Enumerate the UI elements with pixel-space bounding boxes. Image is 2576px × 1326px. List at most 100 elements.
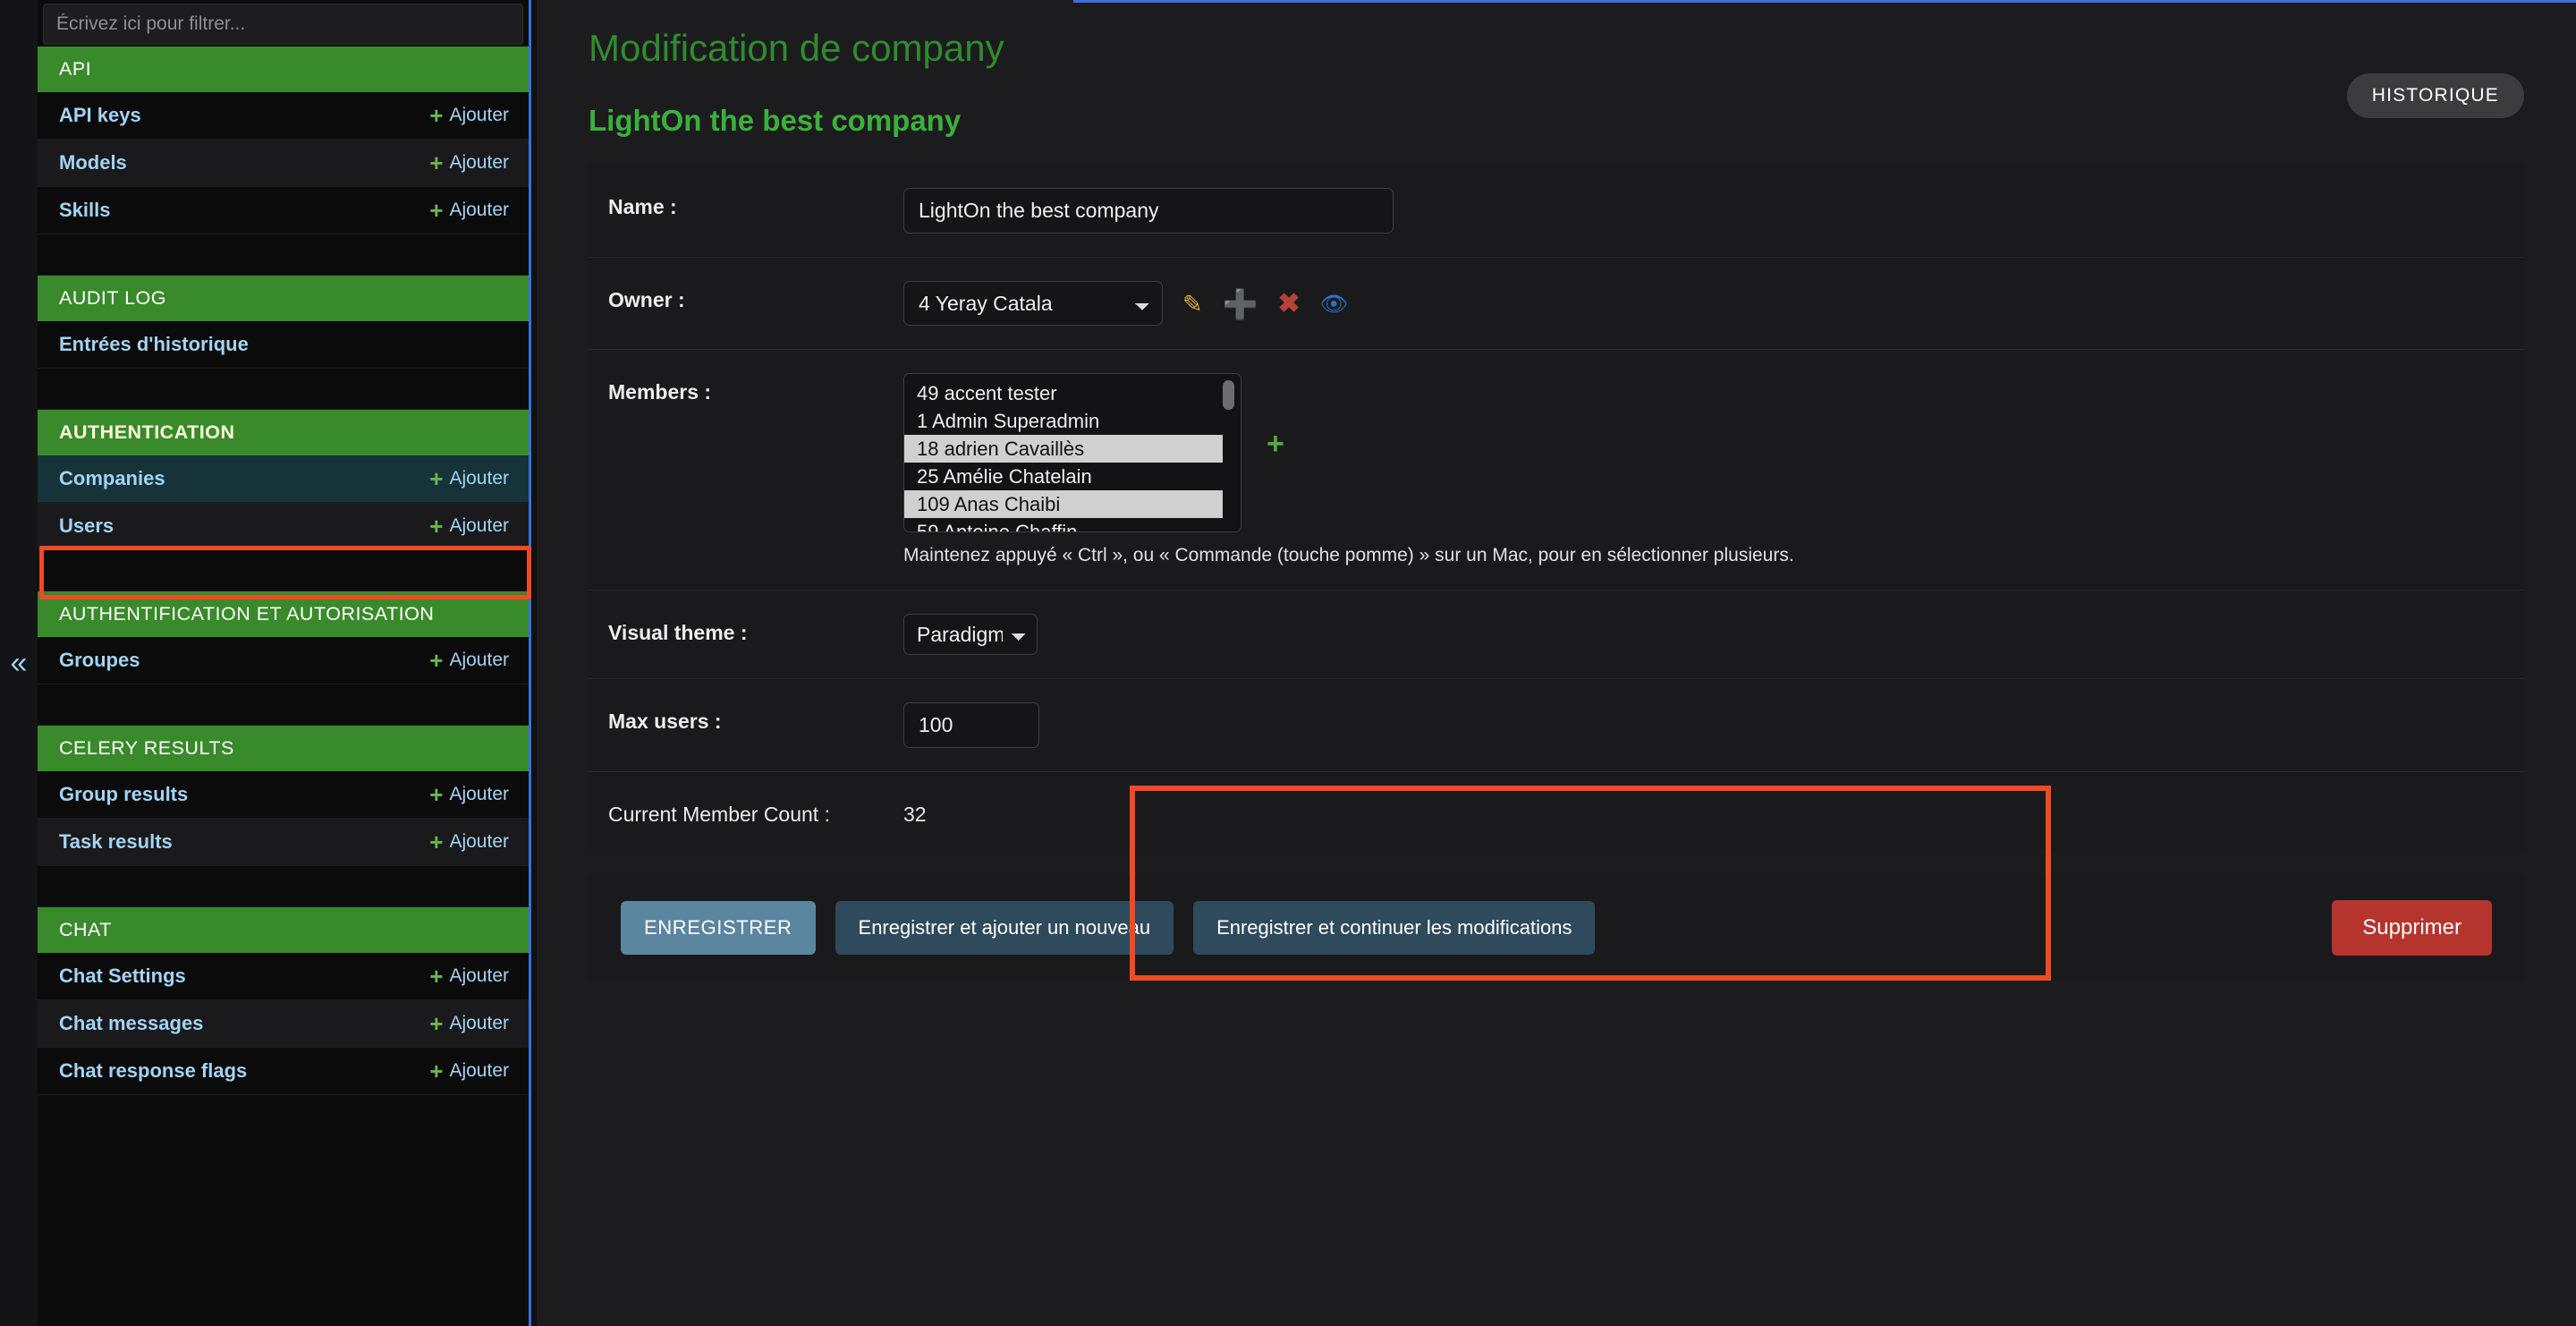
plus-icon: + <box>429 102 444 129</box>
sidebar-item-group-results[interactable]: Group results + Ajouter <box>38 771 529 819</box>
save-button[interactable]: ENREGISTRER <box>621 901 816 955</box>
form-row-visual-theme: Visual theme : Paradigm <box>589 591 2524 679</box>
sidebar-item-entrees-historique[interactable]: Entrées d'historique <box>38 321 529 369</box>
form-row-members: Members : 49 accent tester 1 Admin Super… <box>589 350 2524 591</box>
add-label: Ajouter <box>449 965 509 986</box>
add-label: Ajouter <box>449 650 509 670</box>
sidebar-spacer <box>38 684 529 726</box>
sidebar-item-groupes[interactable]: Groupes + Ajouter <box>38 637 529 684</box>
delete-button[interactable]: Supprimer <box>2332 900 2492 956</box>
form-row-name: Name : <box>589 165 2524 258</box>
add-label: Ajouter <box>449 152 509 173</box>
add-label: Ajouter <box>449 1013 509 1033</box>
sidebar-container: « API API keys + Ajouter Models + Ajoute… <box>0 0 537 1326</box>
list-item[interactable]: 59 Antoine Chaffin <box>904 518 1241 531</box>
add-link[interactable]: + Ajouter <box>429 151 509 174</box>
pencil-icon[interactable]: ✎ <box>1182 292 1203 317</box>
name-input[interactable] <box>903 188 1394 234</box>
visual-theme-select[interactable]: Paradigm <box>903 614 1038 655</box>
sidebar-spacer <box>38 369 529 410</box>
add-link[interactable]: + Ajouter <box>429 1059 509 1083</box>
plus-icon: + <box>429 1058 444 1084</box>
admin-page: « API API keys + Ajouter Models + Ajoute… <box>0 0 2576 1326</box>
list-item[interactable]: 109 Anas Chaibi <box>904 490 1223 519</box>
cross-icon[interactable]: ✖ <box>1277 291 1300 318</box>
section-header-authentication: AUTHENTICATION <box>38 410 529 455</box>
add-link[interactable]: + Ajouter <box>429 1012 509 1035</box>
sidebar-item-chat-settings[interactable]: Chat Settings + Ajouter <box>38 953 529 1000</box>
max-users-input[interactable] <box>903 702 1039 748</box>
add-label: Ajouter <box>449 468 509 489</box>
plus-icon: + <box>429 829 444 855</box>
list-item[interactable]: 18 adrien Cavaillès <box>904 435 1223 463</box>
add-label: Ajouter <box>449 105 509 125</box>
sidebar-collapse-button[interactable]: « <box>0 0 38 1326</box>
current-member-count-value: 32 <box>903 803 927 826</box>
list-item[interactable]: 25 Amélie Chatelain <box>904 463 1241 490</box>
sidebar-spacer <box>38 234 529 276</box>
form-actions: ENREGISTRER Enregistrer et ajouter un no… <box>589 875 2524 981</box>
add-label: Ajouter <box>449 1060 509 1081</box>
members-help-text: Maintenez appuyé « Ctrl », ou « Commande… <box>903 545 1794 565</box>
sidebar-item-task-results[interactable]: Task results + Ajouter <box>38 819 529 866</box>
name-label: Name : <box>608 195 677 218</box>
eye-icon[interactable]: 👁 <box>1320 293 1349 316</box>
sidebar-item-label: Entrées d'historique <box>59 333 249 355</box>
sidebar: API API keys + Ajouter Models + Ajouter … <box>38 0 531 1326</box>
sidebar-item-label: Group results <box>59 783 189 805</box>
section-header-api: API <box>38 47 529 92</box>
sidebar-spacer <box>38 866 529 907</box>
sidebar-item-label: Models <box>59 151 127 174</box>
form-row-current-member-count: Current Member Count : 32 <box>589 772 2524 850</box>
visual-theme-label: Visual theme : <box>608 621 748 644</box>
chevron-double-left-icon: « <box>10 646 28 680</box>
members-listbox[interactable]: 49 accent tester 1 Admin Superadmin 18 a… <box>903 373 1241 532</box>
sidebar-item-users[interactable]: Users + Ajouter <box>38 503 529 550</box>
plus-icon: + <box>429 781 444 808</box>
sidebar-item-chat-response-flags[interactable]: Chat response flags + Ajouter <box>38 1048 529 1095</box>
plus-icon[interactable]: ➕ <box>1223 290 1258 319</box>
sidebar-item-label: Groupes <box>59 649 140 671</box>
plus-icon: + <box>429 1010 444 1037</box>
sidebar-item-models[interactable]: Models + Ajouter <box>38 140 529 187</box>
save-and-add-another-button[interactable]: Enregistrer et ajouter un nouveau <box>835 901 1174 955</box>
members-label: Members : <box>608 380 712 404</box>
add-label: Ajouter <box>449 200 509 220</box>
add-label: Ajouter <box>449 831 509 852</box>
sidebar-item-skills[interactable]: Skills + Ajouter <box>38 187 529 234</box>
sidebar-item-label: Companies <box>59 467 165 489</box>
section-header-chat: CHAT <box>38 907 529 953</box>
sidebar-item-label: Users <box>59 514 114 537</box>
sidebar-item-label: Chat Settings <box>59 965 186 987</box>
plus-icon: + <box>429 197 444 224</box>
sidebar-item-companies[interactable]: Companies + Ajouter <box>38 455 529 503</box>
add-link[interactable]: + Ajouter <box>429 467 509 490</box>
sidebar-item-api-keys[interactable]: API keys + Ajouter <box>38 92 529 140</box>
list-item[interactable]: 1 Admin Superadmin <box>904 407 1241 435</box>
add-link[interactable]: + Ajouter <box>429 965 509 988</box>
sidebar-spacer <box>38 550 529 591</box>
add-link[interactable]: + Ajouter <box>429 104 509 127</box>
add-member-plus-icon[interactable]: + <box>1267 373 1284 459</box>
sidebar-item-label: Skills <box>59 199 111 221</box>
form-row-owner: Owner : 4 Yeray Catala ✎ ➕ ✖ 👁 <box>589 258 2524 350</box>
filter-input[interactable] <box>56 13 510 35</box>
history-button[interactable]: HISTORIQUE <box>2346 73 2524 118</box>
company-form: Name : Owner : 4 Yeray Catala ✎ ➕ <box>589 165 2524 850</box>
page-title: Modification de company <box>589 27 1004 69</box>
sidebar-filter[interactable] <box>43 4 523 45</box>
sidebar-item-chat-messages[interactable]: Chat messages + Ajouter <box>38 1000 529 1048</box>
plus-icon: + <box>429 149 444 176</box>
add-link[interactable]: + Ajouter <box>429 514 509 538</box>
plus-icon: + <box>429 513 444 540</box>
add-link[interactable]: + Ajouter <box>429 199 509 222</box>
list-item[interactable]: 49 accent tester <box>904 379 1241 407</box>
add-link[interactable]: + Ajouter <box>429 649 509 672</box>
scrollbar-thumb[interactable] <box>1223 380 1234 410</box>
owner-label: Owner : <box>608 288 685 311</box>
owner-select[interactable]: 4 Yeray Catala <box>903 281 1163 326</box>
object-title: LightOn the best company <box>589 104 962 137</box>
add-link[interactable]: + Ajouter <box>429 830 509 854</box>
add-link[interactable]: + Ajouter <box>429 783 509 806</box>
save-and-continue-editing-button[interactable]: Enregistrer et continuer les modificatio… <box>1193 901 1596 955</box>
